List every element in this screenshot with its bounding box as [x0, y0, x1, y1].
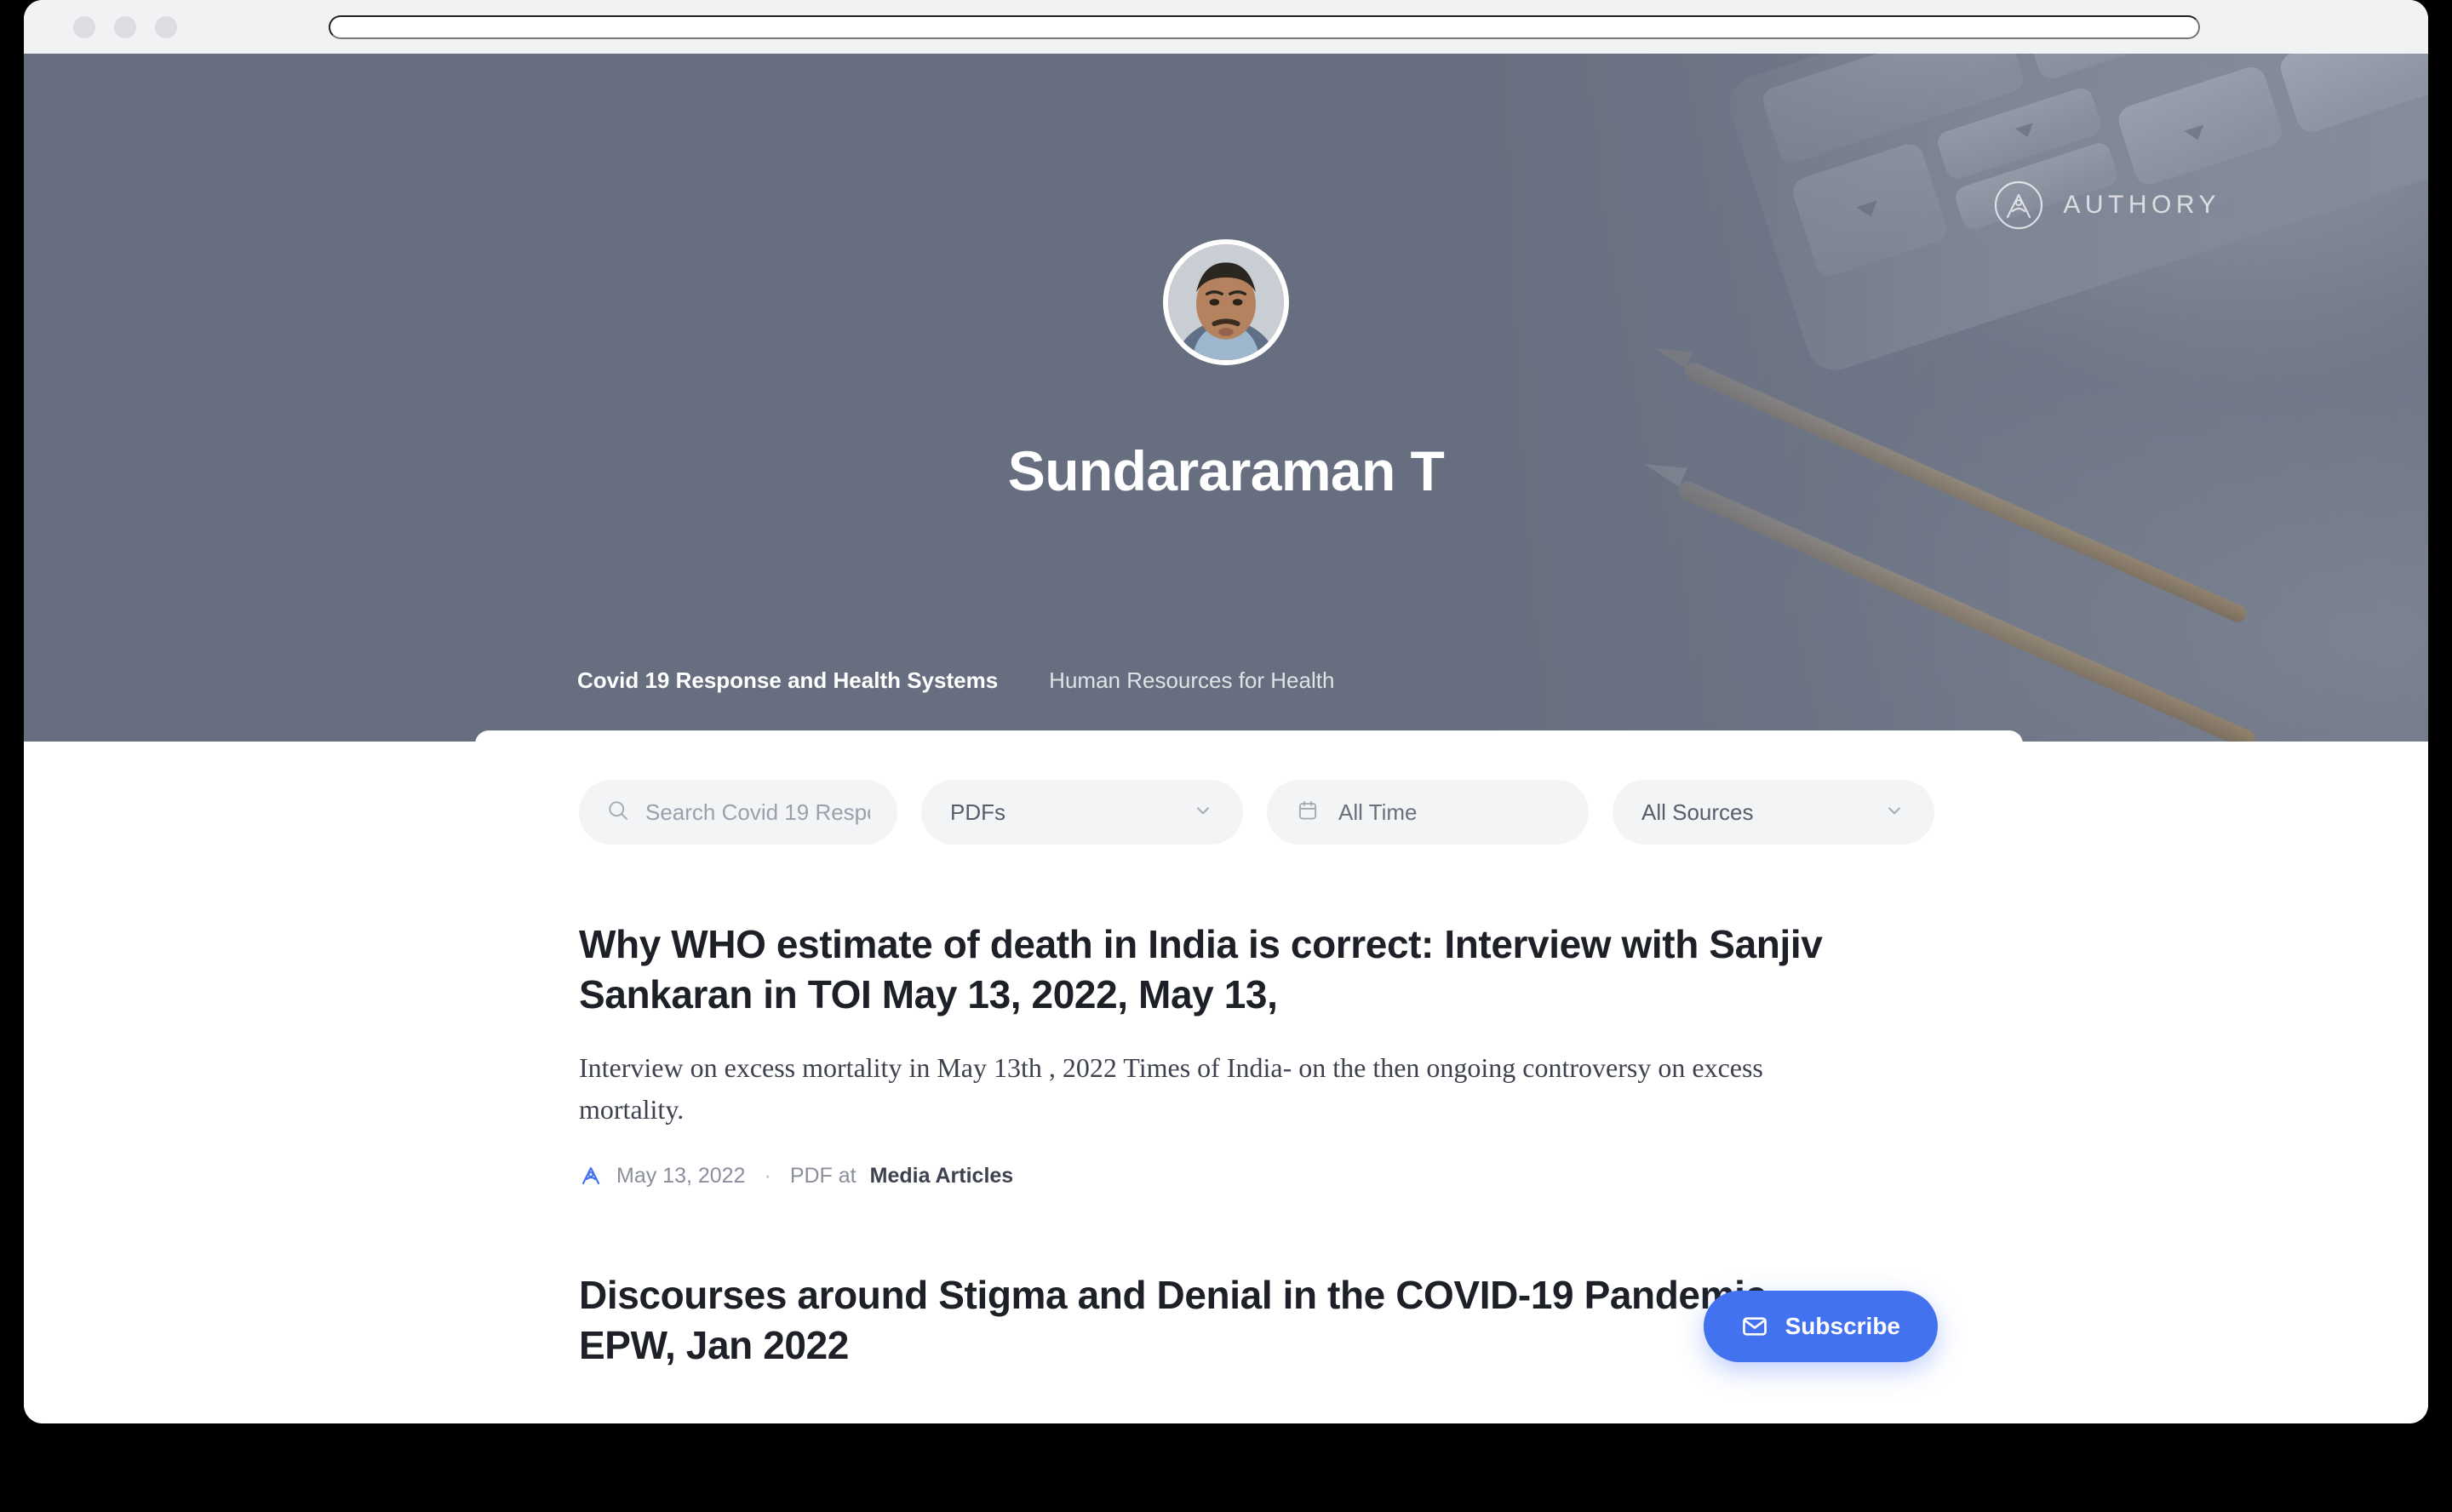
source-filter[interactable]: All Sources: [1613, 780, 1934, 845]
calendar-icon: [1296, 799, 1320, 827]
authory-wordmark: AUTHORY: [2063, 191, 2220, 219]
profile-tabs: Covid 19 Response and Health Systems Hum…: [577, 658, 1334, 742]
date-range-filter-label: All Time: [1338, 799, 1418, 825]
chevron-down-icon: [1883, 799, 1905, 826]
article-format: PDF at: [789, 1163, 856, 1188]
article-title[interactable]: Discourses around Stigma and Denial in t…: [579, 1270, 1873, 1371]
article-meta: May 13, 2022 · PDF at Media Articles: [579, 1164, 1919, 1188]
content-type-filter[interactable]: PDFs: [921, 780, 1243, 845]
subscribe-button[interactable]: Subscribe: [1703, 1291, 1938, 1362]
close-window-button[interactable]: [73, 15, 95, 38]
filter-bar: PDFs All Time: [475, 780, 2023, 845]
content-type-filter-label: PDFs: [950, 799, 1005, 825]
authory-mark-icon: [579, 1164, 603, 1188]
content-card: PDFs All Time: [475, 730, 2023, 1423]
search-icon: [606, 799, 630, 827]
tab-label: Human Resources for Health: [1049, 667, 1335, 693]
subscribe-button-label: Subscribe: [1785, 1313, 1900, 1339]
browser-chrome: [24, 0, 2428, 54]
article-title[interactable]: Why WHO estimate of death in India is co…: [579, 919, 1873, 1020]
source-filter-label: All Sources: [1641, 799, 1754, 825]
maximize-window-button[interactable]: [155, 15, 177, 38]
tab-label: Covid 19 Response and Health Systems: [577, 667, 999, 693]
article-description: Interview on excess mortality in May 13t…: [579, 1051, 1763, 1125]
avatar: [1163, 239, 1289, 365]
page-viewport: AUTHORY Sundararaman T Covid 19 Response…: [24, 54, 2428, 1423]
meta-separator: ·: [764, 1163, 771, 1188]
authory-brand-logo: AUTHORY: [1993, 180, 2220, 231]
minimize-window-button[interactable]: [114, 15, 136, 38]
page-title: Sundararaman T: [1007, 439, 1445, 502]
article-date: May 13, 2022: [616, 1163, 746, 1188]
article-card[interactable]: Why WHO estimate of death in India is co…: [579, 845, 1919, 1188]
authory-logo-icon: [1993, 180, 2044, 231]
article-source[interactable]: Media Articles: [870, 1164, 1014, 1188]
envelope-icon: [1741, 1313, 1768, 1340]
window-controls[interactable]: [73, 15, 177, 38]
address-bar[interactable]: [329, 14, 2200, 39]
search-field[interactable]: [579, 780, 897, 845]
date-range-filter[interactable]: All Time: [1267, 780, 1589, 845]
profile-hero: AUTHORY Sundararaman T Covid 19 Response…: [24, 54, 2428, 742]
browser-window: AUTHORY Sundararaman T Covid 19 Response…: [24, 0, 2428, 1423]
chevron-down-icon: [1192, 799, 1214, 826]
search-input[interactable]: [645, 799, 870, 826]
